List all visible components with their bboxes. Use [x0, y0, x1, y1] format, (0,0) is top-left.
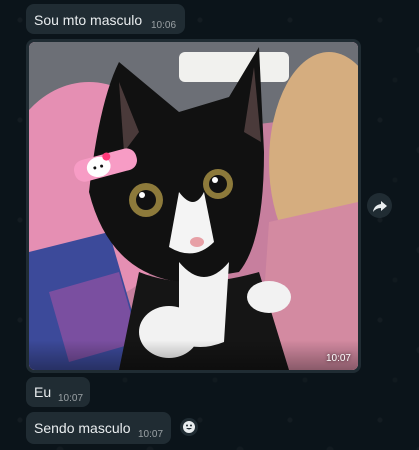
smiley-icon	[183, 421, 195, 433]
image-message-bubble[interactable]: 10:07	[26, 39, 361, 373]
forward-button[interactable]	[367, 193, 392, 218]
message-bubble-incoming[interactable]: Sou mto masculo 10:06	[26, 4, 185, 34]
message-text: Sendo masculo	[34, 420, 131, 436]
message-timestamp: 10:06	[151, 20, 177, 31]
message-bubble-incoming[interactable]: Sendo masculo 10:07	[26, 412, 171, 444]
reaction-button[interactable]	[180, 418, 198, 436]
message-photo[interactable]: 10:07	[29, 42, 358, 370]
kitten-photo-illustration	[29, 42, 358, 370]
message-text: Eu	[34, 384, 52, 400]
message-bubble-incoming[interactable]: Eu 10:07	[26, 377, 90, 407]
message-timestamp: 10:07	[138, 429, 164, 440]
message-timestamp: 10:07	[58, 393, 84, 404]
message-timestamp: 10:07	[325, 353, 351, 364]
message-text: Sou mto masculo	[34, 12, 143, 28]
forward-arrow-icon	[372, 200, 387, 212]
photo-bottom-shade	[29, 340, 358, 370]
